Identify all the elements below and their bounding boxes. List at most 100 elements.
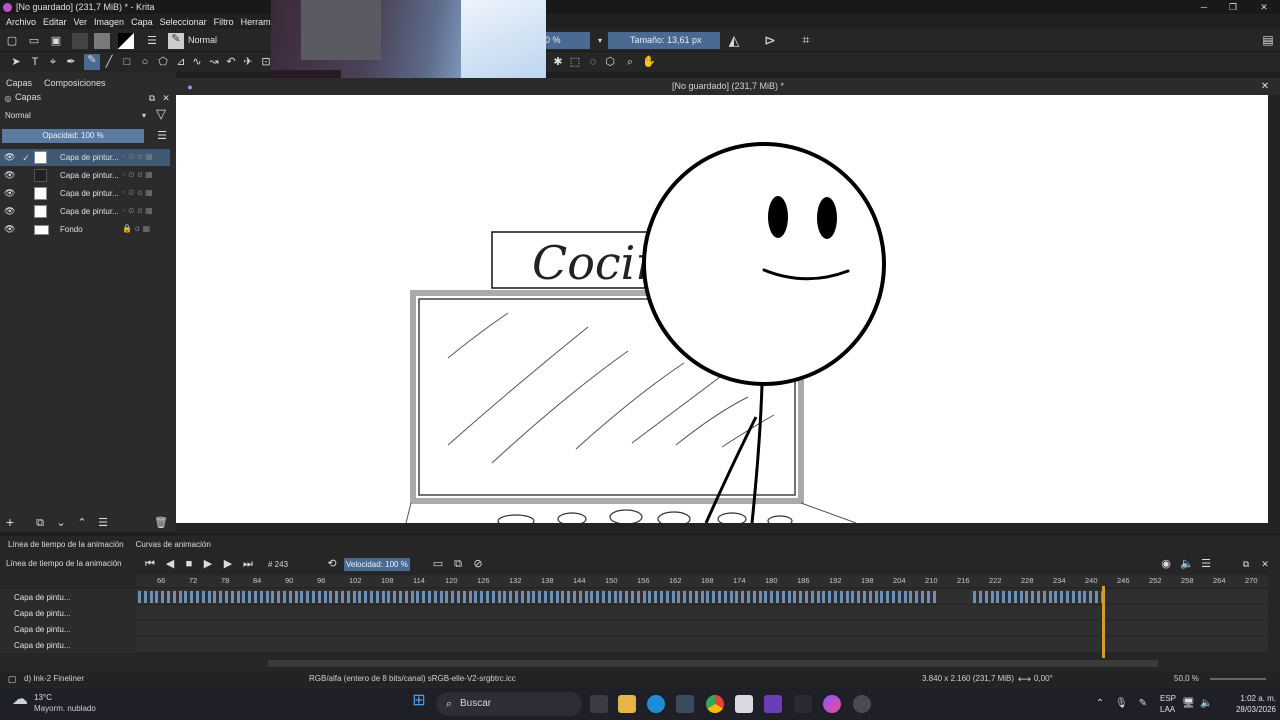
keyframe[interactable] bbox=[880, 591, 883, 603]
keyframe[interactable] bbox=[341, 591, 344, 603]
keyframe[interactable] bbox=[289, 591, 292, 603]
tray-chevron-icon[interactable]: ⌃ bbox=[1094, 698, 1106, 710]
keyframe[interactable] bbox=[277, 591, 280, 603]
tab-composiciones[interactable]: Composiciones bbox=[38, 78, 112, 91]
keyframe[interactable] bbox=[451, 591, 454, 603]
keyframe[interactable] bbox=[358, 591, 361, 603]
audio-icon[interactable]: ◉ bbox=[1160, 558, 1172, 570]
keyframe[interactable] bbox=[666, 591, 669, 603]
freehand-brush-icon[interactable]: ✎ bbox=[84, 54, 100, 70]
keyframe[interactable] bbox=[753, 591, 756, 603]
timeline-scrollbar[interactable] bbox=[268, 660, 1158, 667]
timeline-track-header[interactable]: Capa de pintu... bbox=[0, 637, 136, 653]
keyframe[interactable] bbox=[440, 591, 443, 603]
stop-icon[interactable]: ■ bbox=[183, 558, 195, 570]
keyframe[interactable] bbox=[1066, 591, 1069, 603]
eye-icon[interactable]: 👁 bbox=[4, 224, 15, 234]
keyframe[interactable] bbox=[179, 591, 182, 603]
tab-timeline[interactable]: Línea de tiempo de la animación bbox=[0, 540, 130, 553]
keyframe[interactable] bbox=[619, 591, 622, 603]
keyframe[interactable] bbox=[741, 591, 744, 603]
keyframe[interactable] bbox=[544, 591, 547, 603]
brush-size-field[interactable]: Tamaño: 13,61 px bbox=[608, 32, 720, 49]
keyframe[interactable] bbox=[364, 591, 367, 603]
keyframe[interactable] bbox=[434, 591, 437, 603]
keyframe[interactable] bbox=[1025, 591, 1028, 603]
keyframe[interactable] bbox=[329, 591, 332, 603]
menu-seleccionar[interactable]: Seleccionar bbox=[160, 17, 207, 27]
keyframe[interactable] bbox=[167, 591, 170, 603]
close-window-icon[interactable]: ✕ bbox=[1248, 0, 1280, 14]
keyframe[interactable] bbox=[637, 591, 640, 603]
keyframe[interactable] bbox=[724, 591, 727, 603]
color-swap-icon[interactable] bbox=[118, 33, 134, 49]
windows-start-icon[interactable]: ⊞ bbox=[410, 693, 428, 713]
keyframe[interactable] bbox=[875, 591, 878, 603]
keyframe[interactable] bbox=[596, 591, 599, 603]
brush-preset-icon[interactable]: ✎ bbox=[168, 33, 184, 49]
keyframe[interactable] bbox=[248, 591, 251, 603]
menu-filtro[interactable]: Filtro bbox=[214, 17, 234, 27]
keyframe[interactable] bbox=[469, 591, 472, 603]
keyframe[interactable] bbox=[498, 591, 501, 603]
multibrush-icon[interactable]: ✈ bbox=[242, 56, 254, 68]
select-tool-icon[interactable]: ➤ bbox=[10, 56, 22, 68]
keyframe[interactable] bbox=[150, 591, 153, 603]
layer-flags-icon[interactable]: ▫⊙α▦ bbox=[122, 188, 156, 197]
keyframe[interactable] bbox=[1095, 591, 1098, 603]
keyframe[interactable] bbox=[428, 591, 431, 603]
keyframe[interactable] bbox=[231, 591, 234, 603]
close-panel-icon[interactable]: ✕ bbox=[1259, 558, 1271, 570]
keyframe[interactable] bbox=[271, 591, 274, 603]
keyframe[interactable] bbox=[161, 591, 164, 603]
polygon-tool-icon[interactable]: ⬠ bbox=[157, 56, 169, 68]
duplicate-layer-icon[interactable]: ⧉ bbox=[34, 517, 46, 529]
timeline-menu-icon[interactable]: ☰ bbox=[1200, 558, 1212, 570]
keyframe[interactable] bbox=[614, 591, 617, 603]
keyframe[interactable] bbox=[538, 591, 541, 603]
keyframe[interactable] bbox=[202, 591, 205, 603]
pan-tool-icon[interactable]: ✋ bbox=[642, 56, 656, 68]
keyframe[interactable] bbox=[1008, 591, 1011, 603]
lock-icon[interactable]: 🔒α▦ bbox=[122, 224, 153, 233]
brush-settings-icon[interactable]: ☰ bbox=[146, 35, 158, 47]
keyframe[interactable] bbox=[585, 591, 588, 603]
canvas-tab[interactable]: [No guardado] (231,7 MiB) * bbox=[176, 78, 1280, 95]
speaker-icon[interactable]: 🔈 bbox=[1200, 698, 1212, 710]
keyframe[interactable] bbox=[492, 591, 495, 603]
vertical-scrollbar[interactable] bbox=[1268, 95, 1280, 523]
layer-blend-select[interactable]: Normal bbox=[2, 109, 148, 122]
layer-flags-icon[interactable]: ▫⊙α▦ bbox=[122, 152, 156, 161]
keyframe[interactable] bbox=[225, 591, 228, 603]
clock-date[interactable]: 28/03/2026 bbox=[1224, 705, 1276, 714]
keyframe[interactable] bbox=[266, 591, 269, 603]
keyframe[interactable] bbox=[689, 591, 692, 603]
panel-toggle-icon[interactable]: ▤ bbox=[1262, 34, 1274, 46]
davinci-icon[interactable] bbox=[794, 695, 812, 713]
keyframe[interactable] bbox=[973, 591, 976, 603]
keyframe[interactable] bbox=[1049, 591, 1052, 603]
fill-tool-icon[interactable]: ✱ bbox=[552, 56, 564, 68]
keyframe[interactable] bbox=[579, 591, 582, 603]
eye-icon[interactable]: 👁 bbox=[4, 152, 15, 162]
keyframe[interactable] bbox=[851, 591, 854, 603]
keyframe[interactable] bbox=[805, 591, 808, 603]
timeline-track-header[interactable]: Capa de pintu... bbox=[0, 621, 136, 637]
float-panel-icon[interactable]: ⧉ bbox=[146, 92, 158, 104]
opacity-field[interactable]: 0 % bbox=[540, 32, 590, 49]
keyframe[interactable] bbox=[393, 591, 396, 603]
first-frame-icon[interactable]: ⏮ bbox=[144, 558, 156, 570]
network-icon[interactable]: 🖥 bbox=[1182, 698, 1195, 710]
layer-row[interactable]: 👁 Capa de pintur... ▫⊙α▦ bbox=[0, 167, 170, 184]
keyframe[interactable] bbox=[550, 591, 553, 603]
keyframe[interactable] bbox=[747, 591, 750, 603]
keyframe[interactable] bbox=[324, 591, 327, 603]
keyframe[interactable] bbox=[759, 591, 762, 603]
keyframe[interactable] bbox=[306, 591, 309, 603]
krita-taskbar-icon[interactable] bbox=[823, 695, 841, 713]
keyframe[interactable] bbox=[1014, 591, 1017, 603]
keyframe[interactable] bbox=[730, 591, 733, 603]
polyline-tool-icon[interactable]: ⊿ bbox=[175, 56, 187, 68]
layer-flags-icon[interactable]: ▫⊙α▦ bbox=[122, 206, 156, 215]
keyframe[interactable] bbox=[573, 591, 576, 603]
